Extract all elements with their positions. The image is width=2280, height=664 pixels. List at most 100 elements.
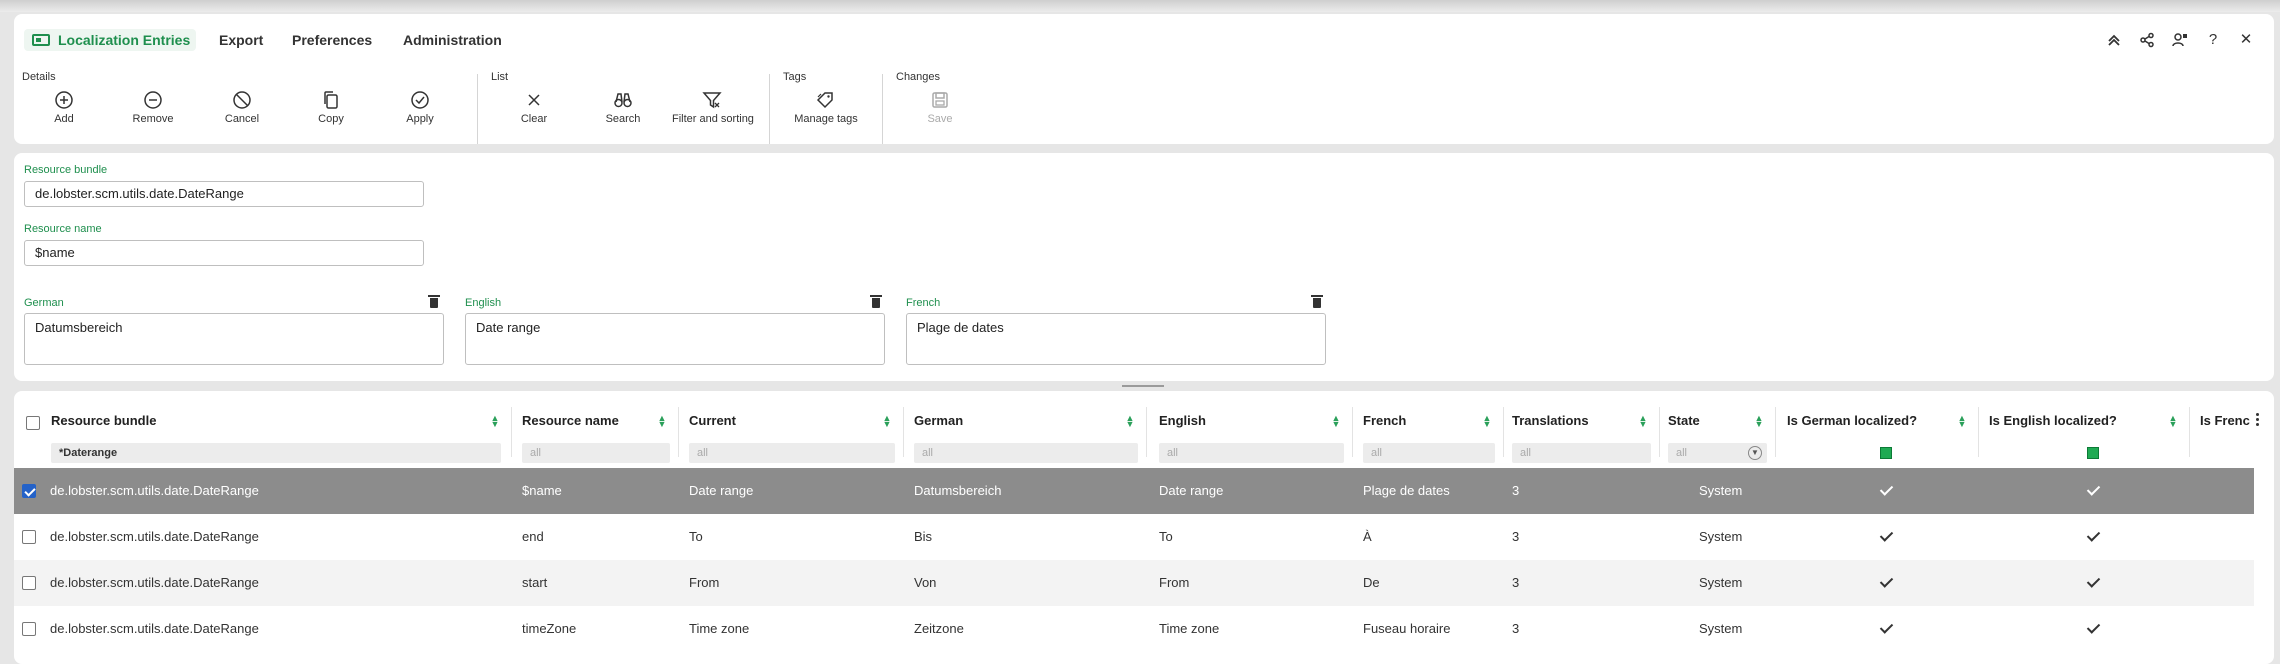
header-resource-name[interactable]: Resource name	[522, 413, 619, 435]
resource-bundle-input[interactable]: de.lobster.scm.utils.date.DateRange	[24, 181, 424, 207]
row-checkbox[interactable]	[22, 484, 36, 498]
sort-icon[interactable]: ▲ ▼	[1331, 414, 1341, 429]
collapse-icon[interactable]	[2102, 28, 2126, 52]
table-row[interactable]: de.lobster.scm.utils.date.DateRange $nam…	[14, 468, 2254, 514]
table-row[interactable]: de.lobster.scm.utils.date.DateRange end …	[14, 514, 2254, 560]
header-panel: Localization Entries Export Preferences …	[14, 14, 2274, 144]
header-translations[interactable]: Translations	[1512, 413, 1589, 435]
check-icon	[1880, 622, 1892, 634]
sort-icon[interactable]: ▲ ▼	[1125, 414, 1135, 429]
cell-english: Date range	[1159, 483, 1224, 498]
column-separator[interactable]	[1503, 407, 1504, 457]
add-button[interactable]: Add	[24, 90, 104, 130]
cancel-icon	[233, 91, 251, 109]
menu-administration[interactable]: Administration	[397, 29, 508, 51]
save-button[interactable]: Save	[900, 90, 980, 130]
sort-icon[interactable]: ▲ ▼	[1754, 414, 1764, 429]
row-checkbox[interactable]	[22, 576, 36, 590]
row-checkbox[interactable]	[22, 530, 36, 544]
delete-french-icon[interactable]	[1311, 294, 1323, 308]
user-settings-icon[interactable]	[2168, 28, 2192, 52]
filter-resource-bundle[interactable]: *Daterange	[51, 443, 501, 463]
window-top-edge	[0, 0, 2280, 12]
search-label: Search	[605, 113, 641, 125]
share-icon[interactable]	[2135, 28, 2159, 52]
german-textarea[interactable]: Datumsbereich	[24, 313, 444, 365]
cell-german: Bis	[914, 529, 933, 544]
check-icon	[1880, 576, 1892, 588]
copy-button[interactable]: Copy	[291, 90, 371, 130]
sort-icon[interactable]: ▲ ▼	[882, 414, 892, 429]
delete-english-icon[interactable]	[870, 294, 882, 308]
menu-export[interactable]: Export	[213, 29, 269, 51]
table-row[interactable]: de.lobster.scm.utils.date.DateRange time…	[14, 606, 2254, 652]
column-separator[interactable]	[1146, 407, 1147, 457]
remove-icon	[144, 91, 162, 109]
table-row[interactable]: de.lobster.scm.utils.date.DateRange star…	[14, 560, 2254, 606]
filter-german-localized-checkbox[interactable]	[1880, 447, 1892, 459]
english-label: English	[465, 297, 502, 309]
search-button[interactable]: Search	[583, 90, 663, 130]
remove-button[interactable]: Remove	[113, 90, 193, 130]
sort-icon[interactable]: ▲ ▼	[657, 414, 667, 429]
sort-icon[interactable]: ▲ ▼	[1482, 414, 1492, 429]
sort-icon[interactable]: ▲ ▼	[1638, 414, 1648, 429]
app-title: Localization Entries	[58, 32, 191, 48]
filter-english-localized-checkbox[interactable]	[2087, 447, 2099, 459]
french-label: French	[906, 297, 941, 309]
header-resource-bundle[interactable]: Resource bundle	[51, 413, 156, 435]
check-icon	[2087, 484, 2099, 496]
select-all-checkbox[interactable]	[26, 416, 40, 430]
filter-english[interactable]: all	[1159, 443, 1344, 463]
header-french[interactable]: French	[1363, 413, 1406, 435]
panel-splitter-handle[interactable]	[1122, 385, 1164, 387]
resource-name-input[interactable]: $name	[24, 240, 424, 266]
column-menu-icon[interactable]	[2256, 413, 2260, 427]
resource-bundle-label: Resource bundle	[24, 164, 108, 176]
cancel-button[interactable]: Cancel	[202, 90, 282, 130]
cell-german: Von	[914, 575, 937, 590]
apply-button[interactable]: Apply	[380, 90, 460, 130]
header-english[interactable]: English	[1159, 413, 1206, 435]
column-separator[interactable]	[2189, 407, 2190, 457]
header-is-english-localized[interactable]: Is English localized?	[1989, 413, 2117, 435]
menu-preferences[interactable]: Preferences	[286, 29, 378, 51]
filter-sorting-label: Filter and sorting	[672, 113, 754, 125]
sort-icon[interactable]: ▲ ▼	[490, 414, 500, 429]
filter-french[interactable]: all	[1363, 443, 1495, 463]
close-icon[interactable]: ✕	[2234, 28, 2258, 52]
header-german[interactable]: German	[914, 413, 963, 435]
filter-translations[interactable]: all	[1512, 443, 1651, 463]
delete-german-icon[interactable]	[428, 294, 440, 308]
column-separator[interactable]	[903, 407, 904, 457]
ribbon-separator	[769, 74, 770, 144]
sort-icon[interactable]: ▲ ▼	[1957, 414, 1967, 429]
english-textarea[interactable]: Date range	[465, 313, 885, 365]
filter-current[interactable]: all	[689, 443, 895, 463]
header-current[interactable]: Current	[689, 413, 736, 435]
filter-sorting-button[interactable]: Filter and sorting	[672, 90, 754, 130]
column-separator[interactable]	[1352, 407, 1353, 457]
french-textarea[interactable]: Plage de dates	[906, 313, 1326, 365]
row-checkbox[interactable]	[22, 622, 36, 636]
column-separator[interactable]	[511, 407, 512, 457]
filter-german[interactable]: all	[914, 443, 1138, 463]
clear-button[interactable]: Clear	[494, 90, 574, 130]
header-is-french-localized[interactable]: Is Frenc	[2200, 413, 2252, 435]
header-state[interactable]: State	[1668, 413, 1700, 435]
state-dropdown-icon[interactable]: ▼	[1748, 446, 1762, 460]
column-separator[interactable]	[1659, 407, 1660, 457]
column-separator[interactable]	[1775, 407, 1776, 457]
filter-resource-name[interactable]: all	[522, 443, 670, 463]
cell-name: start	[522, 575, 548, 590]
column-separator[interactable]	[1978, 407, 1979, 457]
sort-icon[interactable]: ▲ ▼	[2168, 414, 2178, 429]
manage-tags-button[interactable]: Manage tags	[786, 90, 866, 130]
help-icon[interactable]: ?	[2201, 28, 2225, 52]
cell-bundle: de.lobster.scm.utils.date.DateRange	[50, 575, 259, 590]
column-separator[interactable]	[678, 407, 679, 457]
ribbon-separator	[477, 74, 478, 144]
menu-localization-entries[interactable]: Localization Entries	[24, 29, 197, 51]
save-label: Save	[927, 113, 953, 125]
header-is-german-localized[interactable]: Is German localized?	[1787, 413, 1917, 435]
